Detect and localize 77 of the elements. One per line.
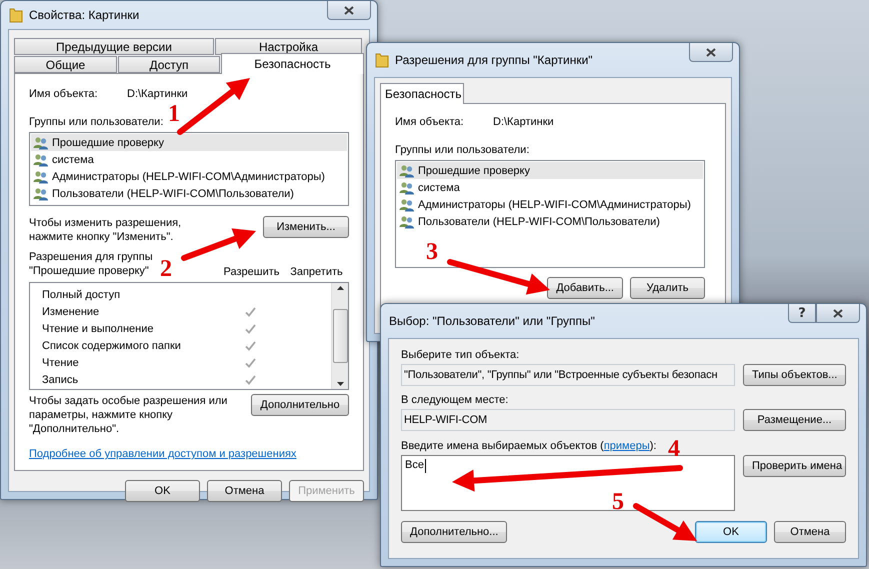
users-icon xyxy=(399,180,415,194)
step-number: 5 xyxy=(612,490,624,514)
window-title: Выбор: "Пользователи" или "Группы" xyxy=(389,314,595,328)
folder-icon xyxy=(9,7,23,23)
hint-text: Чтобы задать особые разрешения или параметры, нажмите кнопку "Дополнительно". xyxy=(29,394,228,436)
dialog-button[interactable]: OK xyxy=(695,521,767,543)
list-item[interactable]: Пользователи (HELP-WIFI-COM\Пользователи) xyxy=(31,185,347,202)
dialog-button[interactable]: Добавить... xyxy=(547,277,623,299)
column-header: Разрешить xyxy=(222,266,280,278)
close-icon xyxy=(344,6,354,14)
location-field[interactable]: HELP-WIFI-COM xyxy=(401,409,735,431)
close-button[interactable] xyxy=(816,304,860,323)
list-item[interactable]: Прошедшие проверку xyxy=(31,134,347,151)
permission-name: Изменение xyxy=(42,306,100,318)
tab[interactable]: Безопасность xyxy=(380,83,464,104)
scroll-up-icon[interactable] xyxy=(336,286,344,290)
check-names-button[interactable]: Проверить имена xyxy=(743,455,846,477)
users-icon xyxy=(33,170,49,184)
dialog-button[interactable]: Удалить xyxy=(630,277,705,299)
help-link[interactable]: Подробнее об управлении доступом и разрешениях xyxy=(29,448,296,460)
users-icon xyxy=(399,214,415,228)
advanced-button[interactable]: Дополнительно... xyxy=(401,521,508,543)
list-item[interactable]: система xyxy=(397,179,703,196)
permission-name: Чтение xyxy=(42,356,80,368)
help-button[interactable]: ? xyxy=(788,304,816,323)
field-label: Имя объекта: xyxy=(29,88,99,100)
close-button[interactable] xyxy=(689,43,733,62)
permission-name: Список содержимого папки xyxy=(42,340,182,352)
folder-icon xyxy=(375,52,389,68)
column-header: Запретить xyxy=(289,266,344,278)
dialog-button[interactable]: Отмена xyxy=(774,521,846,543)
object-name: D:\Картинки xyxy=(127,88,188,100)
advanced-button[interactable]: Дополнительно xyxy=(251,394,349,416)
field-label: В следующем месте: xyxy=(401,394,508,406)
permission-name: Полный доступ xyxy=(42,288,122,300)
step-number: 1 xyxy=(168,102,180,126)
object-name: D:\Картинки xyxy=(493,116,554,128)
close-icon xyxy=(706,48,716,56)
step-number: 2 xyxy=(160,257,172,281)
object-type-field[interactable]: "Пользователи", "Группы" или "Встроенные субъекты безопасн xyxy=(401,364,735,386)
list-item[interactable]: Прошедшие проверку xyxy=(397,162,703,179)
field-label: Имя объекта: xyxy=(395,116,465,128)
users-icon xyxy=(33,152,49,166)
examples-link[interactable]: примеры xyxy=(604,440,650,452)
arrow xyxy=(633,503,697,541)
list-item[interactable]: Пользователи (HELP-WIFI-COM\Пользователи) xyxy=(397,213,703,230)
window-title: Свойства: Картинки xyxy=(29,8,140,22)
dialog-button[interactable]: OK xyxy=(125,480,200,502)
change-button[interactable]: Изменить... xyxy=(263,216,349,238)
field-label: Введите имена выбираемых объектов (примеры): xyxy=(401,440,656,452)
scroll-down-icon[interactable] xyxy=(336,382,344,386)
section-label: Группы или пользователи: xyxy=(395,144,530,156)
window-title: Разрешения для группы "Картинки" xyxy=(395,53,593,67)
users-icon xyxy=(33,186,49,200)
section-label: Разрешения для группы "Прошедшие проверку" xyxy=(29,250,153,278)
list-item[interactable]: система xyxy=(31,151,347,168)
permission-name: Чтение и выполнение xyxy=(42,322,154,334)
list-item[interactable]: Администраторы (HELP-WIFI-COM\Администраторы) xyxy=(31,168,347,185)
hint-text: Чтобы изменить разрешения, нажмите кнопку "Изменить". xyxy=(29,216,182,244)
field-label: Выберите тип объекта: xyxy=(401,349,520,361)
object-types-button[interactable]: Типы объектов... xyxy=(743,364,846,386)
location-button[interactable]: Размещение... xyxy=(743,409,846,431)
permission-name: Запись xyxy=(42,374,80,386)
tab[interactable]: Безопасность xyxy=(221,53,364,74)
tab[interactable]: Общие xyxy=(14,56,117,73)
close-button[interactable] xyxy=(327,1,371,20)
section-label: Группы или пользователи: xyxy=(29,116,164,128)
close-icon xyxy=(833,308,843,318)
scrollbar[interactable] xyxy=(331,283,348,389)
users-icon xyxy=(33,136,49,150)
tab[interactable]: Предыдущие версии xyxy=(14,38,214,55)
users-icon xyxy=(399,164,415,178)
step-number: 3 xyxy=(426,240,438,264)
dialog-button[interactable]: Отмена xyxy=(207,480,282,502)
users-icon xyxy=(399,198,415,212)
list-item[interactable]: Администраторы (HELP-WIFI-COM\Администраторы) xyxy=(397,196,703,213)
tab[interactable]: Доступ xyxy=(118,56,220,73)
